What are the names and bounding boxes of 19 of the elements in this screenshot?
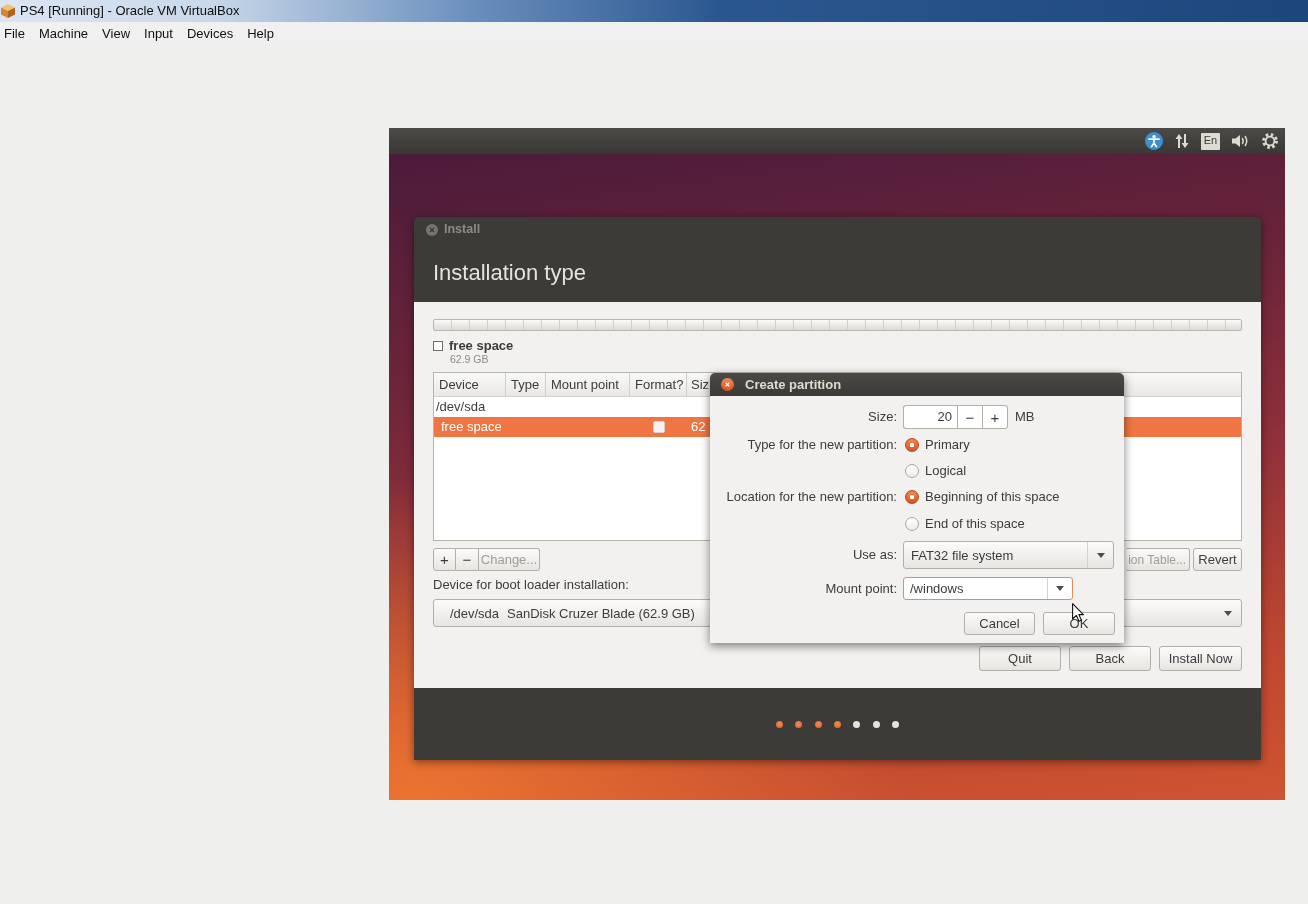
legend-size: 62.9 GB	[449, 353, 489, 365]
page-heading: Installation type	[432, 260, 586, 285]
radio-label: End of this space	[925, 516, 1025, 532]
dialog-title: Create partition	[745, 376, 842, 393]
radio-label: Primary	[925, 437, 970, 453]
window-title: Install	[444, 222, 481, 237]
legend-label: free space	[449, 339, 514, 353]
window-title: PS4 [Running] - Oracle VM VirtualBox	[20, 3, 240, 19]
table-cell-text: 62	[690, 418, 706, 436]
unit-label: MB	[1015, 409, 1035, 425]
table-cell-text: free space	[440, 418, 502, 436]
field-label: Use as:	[852, 547, 897, 563]
field-label: Location for the new partition:	[726, 489, 897, 505]
field-label: Type for the new partition:	[747, 437, 897, 453]
radio-label: Beginning of this space	[925, 489, 1060, 505]
field-label: Mount point:	[825, 580, 897, 596]
radio-label: Logical	[925, 463, 967, 479]
field-label: Size:	[868, 409, 897, 425]
field-label: Device for boot loader installation:	[433, 578, 629, 592]
